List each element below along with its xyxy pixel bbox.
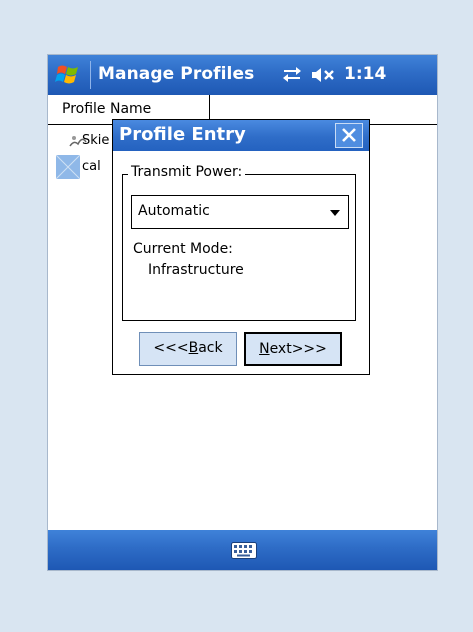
transmit-power-select[interactable]: Automatic bbox=[131, 195, 349, 229]
close-button[interactable] bbox=[335, 123, 363, 148]
current-mode-value: Infrastructure bbox=[148, 262, 244, 278]
title-bar: Manage Profiles 1:14 bbox=[48, 55, 437, 95]
bottom-bar bbox=[48, 530, 437, 570]
profile-entry-dialog: Profile Entry Transmit Power: Automatic … bbox=[112, 119, 370, 375]
clock[interactable]: 1:14 bbox=[344, 64, 386, 84]
dialog-title: Profile Entry bbox=[119, 124, 246, 145]
profile-icon-selected bbox=[56, 155, 80, 179]
title-divider bbox=[90, 61, 91, 89]
next-button[interactable]: Next>>> bbox=[244, 332, 342, 366]
connectivity-icon[interactable] bbox=[281, 64, 303, 84]
back-button[interactable]: <<<Back bbox=[139, 332, 237, 366]
windows-start-icon[interactable] bbox=[55, 63, 81, 87]
keyboard-icon[interactable] bbox=[231, 542, 257, 559]
list-item-label: Skie bbox=[82, 133, 110, 148]
transmit-power-label: Transmit Power: bbox=[128, 164, 246, 180]
device-screen: Manage Profiles 1:14 Profile Name Skie c… bbox=[48, 55, 437, 570]
list-item-label: cal bbox=[82, 159, 101, 174]
current-mode-label: Current Mode: bbox=[133, 241, 233, 257]
transmit-power-value: Automatic bbox=[138, 203, 210, 219]
close-icon bbox=[342, 128, 356, 142]
dialog-title-bar: Profile Entry bbox=[113, 120, 369, 151]
speaker-muted-icon[interactable] bbox=[310, 66, 338, 84]
chevron-down-icon[interactable] bbox=[330, 210, 340, 216]
app-title: Manage Profiles bbox=[98, 64, 255, 84]
